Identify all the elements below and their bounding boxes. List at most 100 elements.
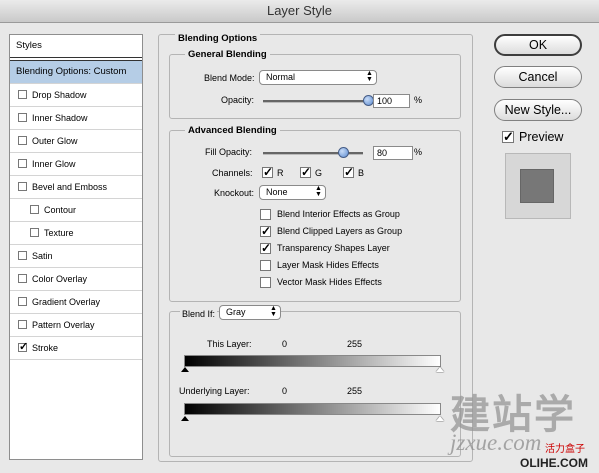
option-checkbox[interactable]: ✓ xyxy=(260,242,271,254)
channel-r-label[interactable]: R xyxy=(277,167,284,180)
opacity-input[interactable]: 100 xyxy=(373,94,410,108)
blend-if-group xyxy=(169,311,461,457)
style-item-label: Satin xyxy=(32,251,53,261)
blend-mode-value: Normal xyxy=(266,72,296,82)
style-item-gradient-overlay[interactable]: Gradient Overlay xyxy=(10,291,142,314)
watermark-brand-small: 活力盒子 xyxy=(545,444,585,455)
styles-items: Blending Options: Custom Drop Shadow Inner… xyxy=(10,61,142,360)
style-item-checkbox[interactable] xyxy=(18,136,27,145)
style-item-label: Blending Options: Custom xyxy=(16,66,127,77)
this-layer-black-slider[interactable] xyxy=(181,367,189,372)
channel-g-label[interactable]: G xyxy=(315,167,322,180)
this-layer-label: This Layer: xyxy=(207,339,252,349)
style-item-label: Texture xyxy=(44,228,74,238)
underlying-layer-gradient xyxy=(184,403,441,415)
blend-if-value: Gray xyxy=(226,307,246,317)
style-item-blending-options-custom[interactable]: Blending Options: Custom xyxy=(10,61,142,84)
style-item-drop-shadow[interactable]: Drop Shadow xyxy=(10,84,142,107)
fill-opacity-slider-knob[interactable] xyxy=(338,147,349,158)
style-item-checkbox[interactable] xyxy=(18,274,27,283)
style-item-satin[interactable]: Satin xyxy=(10,245,142,268)
knockout-label: Knockout: xyxy=(214,188,255,198)
channel-b-checkbox[interactable]: ✓ xyxy=(343,166,354,178)
style-item-checkbox[interactable] xyxy=(18,297,27,306)
option-label[interactable]: Blend Interior Effects as Group xyxy=(277,208,400,221)
channel-g-checkbox[interactable]: ✓ xyxy=(300,166,311,178)
general-blending-group xyxy=(169,54,461,119)
style-item-checkbox[interactable] xyxy=(18,90,27,99)
channel-b-label[interactable]: B xyxy=(358,167,364,180)
fill-opacity-input[interactable]: 80 xyxy=(373,146,413,160)
option-checkbox[interactable] xyxy=(260,277,271,288)
styles-list-header[interactable]: Styles xyxy=(10,35,142,58)
select-arrows-icon: ▲ ▼ xyxy=(270,305,277,318)
style-item-checkbox[interactable] xyxy=(18,113,27,122)
style-item-bevel-and-emboss[interactable]: Bevel and Emboss xyxy=(10,176,142,199)
select-arrows-icon: ▲ ▼ xyxy=(315,185,322,198)
style-item-checkbox[interactable] xyxy=(18,320,27,329)
this-layer-low: 0 xyxy=(282,339,288,349)
style-item-label: Outer Glow xyxy=(32,136,78,146)
option-checkbox[interactable] xyxy=(260,209,271,220)
opacity-slider-track[interactable] xyxy=(263,100,368,103)
style-item-checkbox[interactable] xyxy=(18,251,27,260)
styles-list: Styles Blending Options: Custom Drop Shad… xyxy=(9,34,143,460)
blending-options-title: Blending Options xyxy=(175,33,261,45)
select-arrows-icon: ▲ ▼ xyxy=(366,70,373,83)
this-layer-white-slider[interactable] xyxy=(436,367,444,372)
ok-button[interactable]: OK xyxy=(494,34,582,56)
style-item-contour[interactable]: Contour xyxy=(10,199,142,222)
underlying-black-slider[interactable] xyxy=(181,416,189,421)
style-item-checkbox[interactable] xyxy=(18,159,27,168)
style-item-label: Inner Shadow xyxy=(32,113,88,123)
this-layer-gradient xyxy=(184,355,441,367)
option-label[interactable]: Transparency Shapes Layer xyxy=(277,242,390,255)
style-item-label: Gradient Overlay xyxy=(32,297,101,307)
knockout-select[interactable]: None ▲ ▼ xyxy=(259,185,326,200)
style-item-texture[interactable]: Texture xyxy=(10,222,142,245)
blend-mode-select[interactable]: Normal ▲ ▼ xyxy=(259,70,377,85)
this-layer-high: 255 xyxy=(347,339,363,349)
style-item-checkbox[interactable] xyxy=(30,228,39,237)
preview-label[interactable]: Preview xyxy=(519,130,563,144)
channels-label: Channels: xyxy=(212,168,253,178)
channel-r-checkbox[interactable]: ✓ xyxy=(262,166,273,178)
style-item-stroke[interactable]: ✓ Stroke xyxy=(10,337,142,360)
style-item-outer-glow[interactable]: Outer Glow xyxy=(10,130,142,153)
option-label[interactable]: Layer Mask Hides Effects xyxy=(277,259,379,272)
opacity-unit: % xyxy=(414,95,423,105)
new-style-button[interactable]: New Style... xyxy=(494,99,582,121)
option-checkbox[interactable]: ✓ xyxy=(260,225,271,237)
preview-swatch xyxy=(520,169,554,203)
option-label[interactable]: Vector Mask Hides Effects xyxy=(277,276,382,289)
style-item-color-overlay[interactable]: Color Overlay xyxy=(10,268,142,291)
window-title: Layer Style xyxy=(266,3,333,18)
option-checkbox[interactable] xyxy=(260,260,271,271)
cancel-button[interactable]: Cancel xyxy=(494,66,582,88)
underlying-layer-label: Underlying Layer: xyxy=(179,386,250,396)
style-item-label: Pattern Overlay xyxy=(32,320,95,330)
style-item-label: Color Overlay xyxy=(32,274,88,284)
general-blending-title: General Blending xyxy=(185,49,270,61)
blend-if-select[interactable]: Gray ▲ ▼ xyxy=(219,305,281,320)
knockout-value: None xyxy=(266,187,288,197)
style-item-inner-glow[interactable]: Inner Glow xyxy=(10,153,142,176)
style-item-checkbox[interactable] xyxy=(30,205,39,214)
underlying-white-slider[interactable] xyxy=(436,416,444,421)
advanced-blending-title: Advanced Blending xyxy=(185,125,280,137)
style-item-label: Stroke xyxy=(32,343,59,353)
style-item-checkbox[interactable] xyxy=(18,182,27,191)
style-item-inner-shadow[interactable]: Inner Shadow xyxy=(10,107,142,130)
fill-opacity-label: Fill Opacity: xyxy=(205,147,253,157)
blend-if-label: Blend If: xyxy=(180,308,218,321)
style-item-pattern-overlay[interactable]: Pattern Overlay xyxy=(10,314,142,337)
style-item-label: Drop Shadow xyxy=(32,90,87,100)
preview-checkbox[interactable]: ✓ xyxy=(502,130,514,143)
watermark-site2: OLIHE.COM xyxy=(520,456,588,470)
style-item-checkbox[interactable]: ✓ xyxy=(18,342,28,353)
blend-mode-label: Blend Mode: xyxy=(204,73,255,83)
window-title-bar: Layer Style xyxy=(0,0,599,23)
underlying-layer-high: 255 xyxy=(347,386,363,396)
option-label[interactable]: Blend Clipped Layers as Group xyxy=(277,225,402,238)
watermark-site: jzxue.com xyxy=(450,430,542,455)
